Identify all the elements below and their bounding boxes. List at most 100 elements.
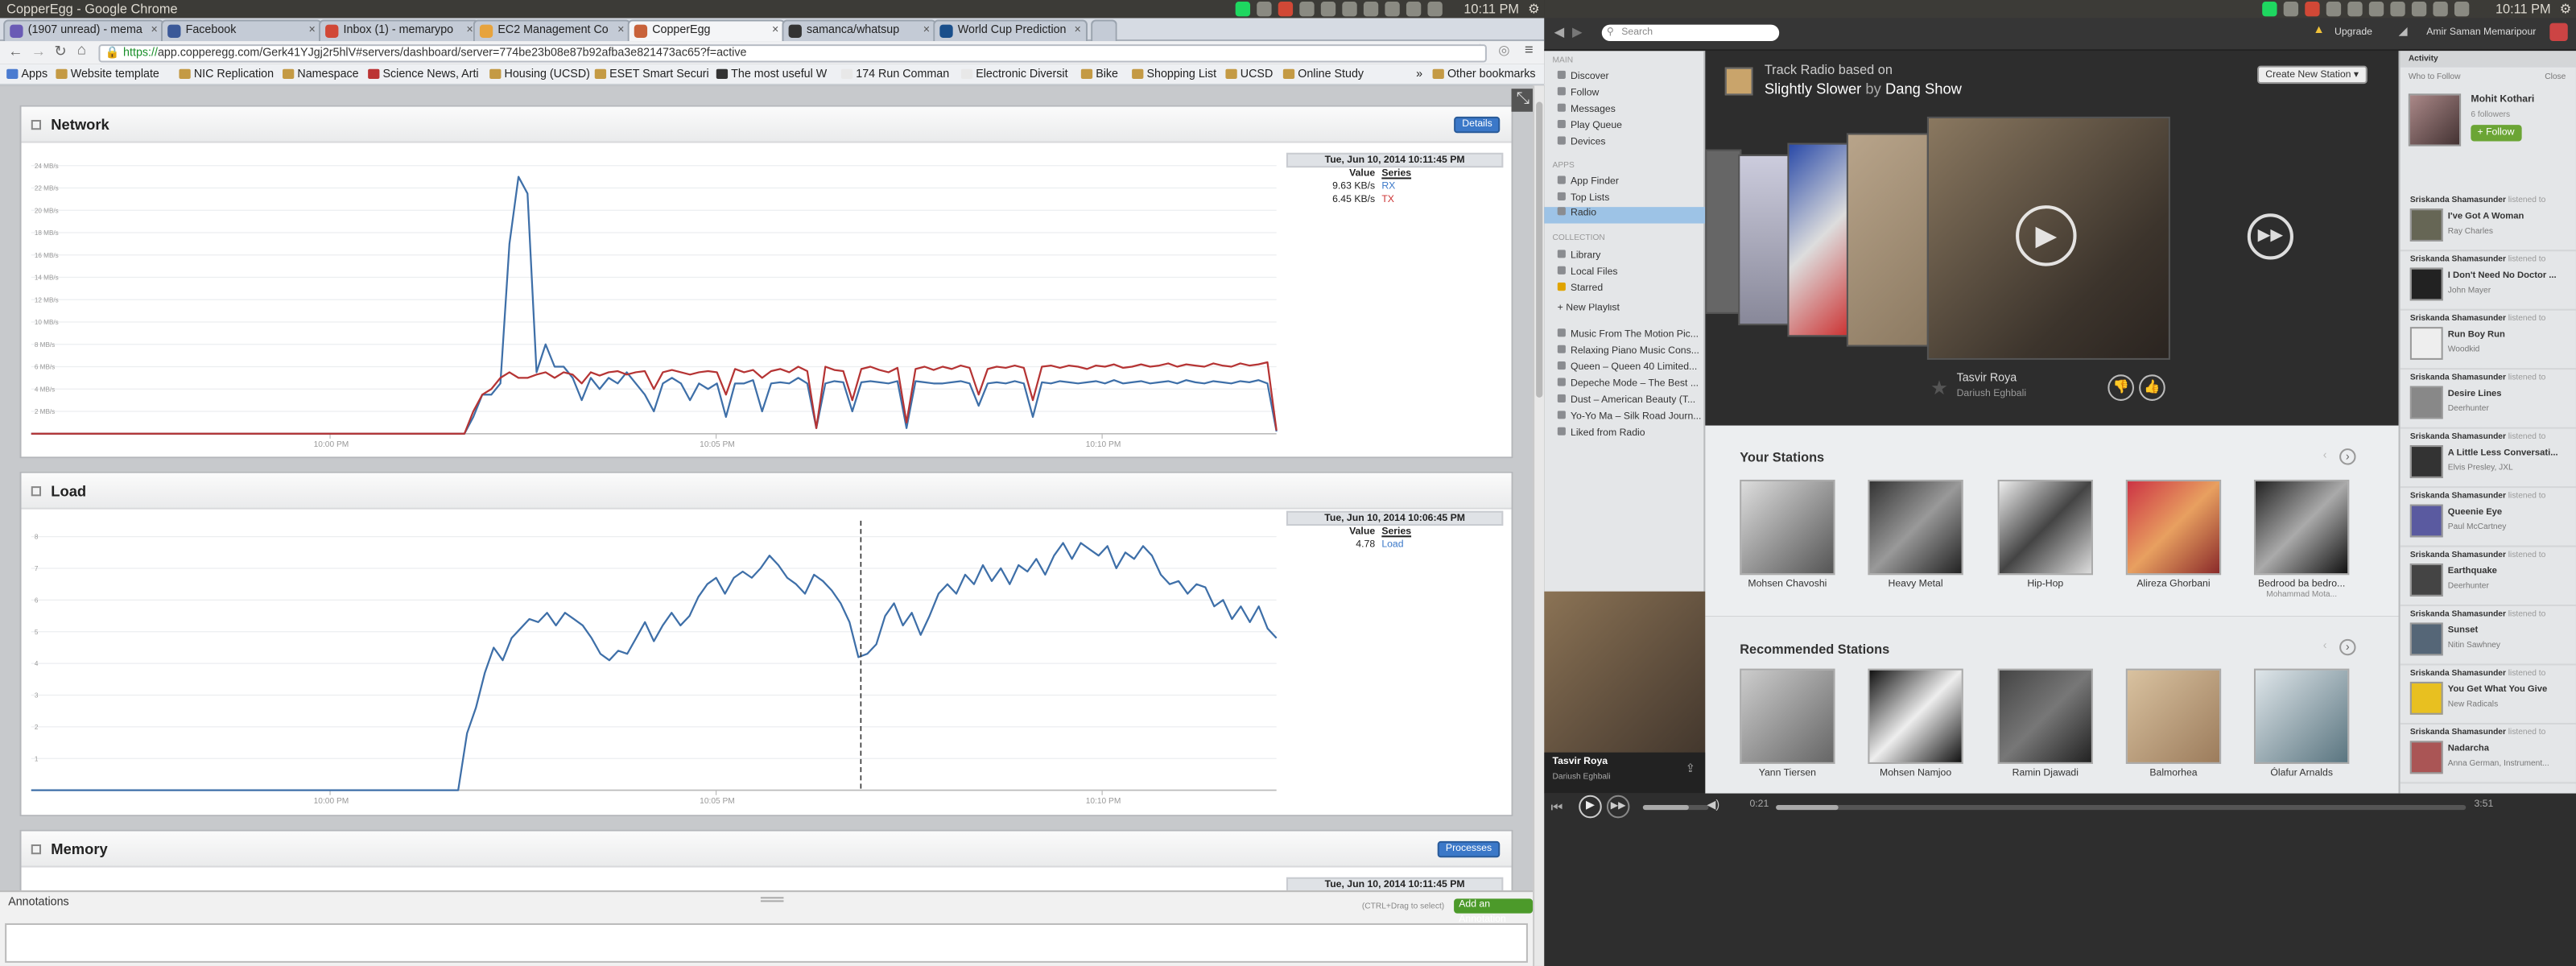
station-card[interactable]: Ramin Djawadi <box>1997 668 2093 778</box>
playlist-item[interactable]: Relaxing Piano Music Cons... <box>1557 345 1703 357</box>
annotations-area[interactable] <box>5 923 1528 963</box>
clock-left[interactable]: 10:11 PM <box>1463 0 1519 18</box>
collapse-icon[interactable] <box>31 486 42 497</box>
activity-item[interactable]: Sriskanda Shamasunder listened to A Littl… <box>2400 429 2576 489</box>
sidebar-item-follow[interactable]: Follow <box>1557 87 1703 98</box>
volume-tray-icon[interactable] <box>2454 2 2470 17</box>
load-chart[interactable]: 8 7 6 5 4 3 2 1 10:00 PM 10:05 PM 10:10 PM <box>22 511 1283 815</box>
system-tray-right[interactable] <box>2262 2 2470 17</box>
bookmark[interactable]: Shopping List <box>1132 64 1216 86</box>
bookmark[interactable]: Science News, Arti <box>368 64 479 86</box>
history-cover[interactable] <box>1705 149 1742 314</box>
system-tray-left[interactable] <box>1235 2 1443 17</box>
processes-button[interactable]: Processes <box>1437 840 1501 858</box>
forward-icon[interactable]: ▶ <box>1572 25 1583 39</box>
station-card[interactable]: Bedrood ba bedro... Mohammad Mota... <box>2253 479 2350 600</box>
user-name[interactable]: Amir Saman Memaripour <box>2426 28 2536 38</box>
page-scrollbar[interactable] <box>1533 85 1545 966</box>
bookmark[interactable]: The most useful W <box>716 64 827 86</box>
updates-tray-icon[interactable] <box>2283 2 2299 17</box>
now-playing-artist[interactable]: Dariush Eghbali <box>1553 772 1611 782</box>
network-chart[interactable]: 24 MB/s 22 MB/s 20 MB/s 18 MB/s 16 MB/s 14 MB… <box>22 145 1283 457</box>
home-icon[interactable]: ⌂ <box>77 41 86 57</box>
share-icon[interactable]: ⇪ <box>1686 762 1695 775</box>
activity-item[interactable]: Sriskanda Shamasunder listened to Desire … <box>2400 369 2576 429</box>
dropbox-tray-icon[interactable] <box>2326 2 2342 17</box>
close-icon[interactable]: × <box>466 22 473 41</box>
browser-tab-active[interactable]: CopperEgg × <box>627 19 786 42</box>
bookmarks-overflow[interactable]: » <box>1416 64 1422 86</box>
extension-icon[interactable]: ◎ <box>1498 43 1509 57</box>
collapse-icon[interactable] <box>31 844 42 855</box>
prev-icon[interactable]: ‹ <box>2323 450 2327 461</box>
activity-item[interactable]: Sriskanda Shamasunder listened to Nadarch… <box>2400 724 2576 784</box>
playlist-item[interactable]: Liked from Radio <box>1557 427 1703 439</box>
activity-item[interactable]: Sriskanda Shamasunder listened to Earthqu… <box>2400 547 2576 607</box>
back-icon[interactable]: ← <box>8 43 23 59</box>
sidebar-item-devices[interactable]: Devices <box>1557 136 1703 148</box>
sidebar-item-messages[interactable]: Messages <box>1557 103 1703 115</box>
network-tray-icon[interactable] <box>2433 2 2448 17</box>
collapse-icon[interactable] <box>31 119 42 130</box>
browser-tab[interactable]: (1907 unread) - mema × <box>3 19 165 42</box>
next-button[interactable]: ▶▶ <box>1606 795 1630 819</box>
sidebar-item-top-lists[interactable]: Top Lists <box>1557 192 1703 204</box>
sidebar-item-starred[interactable]: Starred <box>1557 283 1703 294</box>
bookmark[interactable]: Website template <box>56 64 159 86</box>
bookmark[interactable]: NIC Replication <box>179 64 274 86</box>
playlist-item[interactable]: Yo-Yo Ma – Silk Road Journ... <box>1557 411 1703 422</box>
bookmark[interactable]: Bike <box>1080 64 1118 86</box>
battery-tray-icon[interactable] <box>1385 2 1400 17</box>
sidebar-item-discover[interactable]: Discover <box>1557 70 1703 82</box>
bluetooth-tray-icon[interactable] <box>2368 2 2384 17</box>
close-icon[interactable]: × <box>1074 22 1080 41</box>
suggest-name[interactable]: Mohit Kothari <box>2471 95 2534 105</box>
updates-tray-icon[interactable] <box>1257 2 1272 17</box>
mail-tray-icon[interactable] <box>1320 2 1336 17</box>
gear-icon[interactable]: ⚙ <box>1528 0 1540 18</box>
station-card[interactable]: Hip-Hop <box>1997 479 2093 590</box>
next-icon[interactable]: › <box>2339 638 2356 656</box>
fullscreen-icon[interactable]: ⤡ <box>1511 89 1534 112</box>
browser-tab[interactable]: Facebook × <box>160 19 322 42</box>
now-playing-track[interactable]: Tasvir Roya <box>1553 758 1608 767</box>
battery-tray-icon[interactable] <box>2411 2 2427 17</box>
mail-tray-icon[interactable] <box>2347 2 2363 17</box>
keyboard-tray-icon[interactable] <box>1363 2 1379 17</box>
address-bar[interactable]: 🔒 https://app.copperegg.com/Gerk41YJgj2r… <box>98 44 1487 63</box>
activity-item[interactable]: Sriskanda Shamasunder listened to You Get… <box>2400 666 2576 724</box>
play-button[interactable]: ▶ <box>1579 795 1602 819</box>
network-tray-icon[interactable] <box>1406 2 1422 17</box>
volume-slider[interactable] <box>1642 804 1709 811</box>
reload-icon[interactable]: ↻ <box>54 43 66 60</box>
bookmark-other[interactable]: Other bookmarks <box>1432 64 1536 86</box>
close-icon[interactable]: × <box>772 22 778 41</box>
browser-tab[interactable]: samanca/whatsup × <box>782 19 937 42</box>
station-card[interactable]: Balmorhea <box>2125 668 2222 778</box>
station-card[interactable]: Alireza Ghorbani <box>2125 479 2222 590</box>
playlist-item[interactable]: Queen – Queen 40 Limited... <box>1557 361 1703 373</box>
station-card[interactable]: Heavy Metal <box>1868 479 1963 590</box>
close-icon[interactable]: × <box>308 22 315 41</box>
play-icon[interactable]: ▶ <box>2016 205 2077 266</box>
browser-tab[interactable]: EC2 Management Co × <box>473 19 631 42</box>
bookmark[interactable]: Online Study <box>1282 64 1364 86</box>
activity-item[interactable]: Sriskanda Shamasunder listened to Run Boy… <box>2400 311 2576 370</box>
thumbs-down-icon[interactable]: 👎 <box>2107 374 2134 401</box>
sidebar-item-app-finder[interactable]: App Finder <box>1557 175 1703 188</box>
close-icon[interactable]: × <box>923 22 930 41</box>
playlist-item[interactable]: Music From The Motion Pic... <box>1557 328 1703 340</box>
create-station-button[interactable]: Create New Station ▾ <box>2257 65 2368 85</box>
activity-item[interactable]: Sriskanda Shamasunder listened to Queenie… <box>2400 488 2576 547</box>
bookmark[interactable]: ESET Smart Securi <box>594 64 709 86</box>
playlist-item[interactable]: Dust – American Beauty (T... <box>1557 394 1703 406</box>
station-card[interactable]: Ólafur Arnalds <box>2253 668 2350 778</box>
new-tab-button[interactable] <box>1091 19 1117 42</box>
sidebar-item-play-queue[interactable]: Play Queue <box>1557 119 1703 131</box>
thumbs-up-icon[interactable]: 👍 <box>2139 374 2165 401</box>
playlist-item[interactable]: Depeche Mode – The Best ... <box>1557 378 1703 390</box>
upgrade-icon[interactable]: ▲ <box>2313 25 2324 36</box>
close-icon[interactable]: × <box>617 22 624 41</box>
close-link[interactable]: Close <box>2545 72 2566 82</box>
station-card[interactable]: Mohsen Namjoo <box>1868 668 1963 778</box>
